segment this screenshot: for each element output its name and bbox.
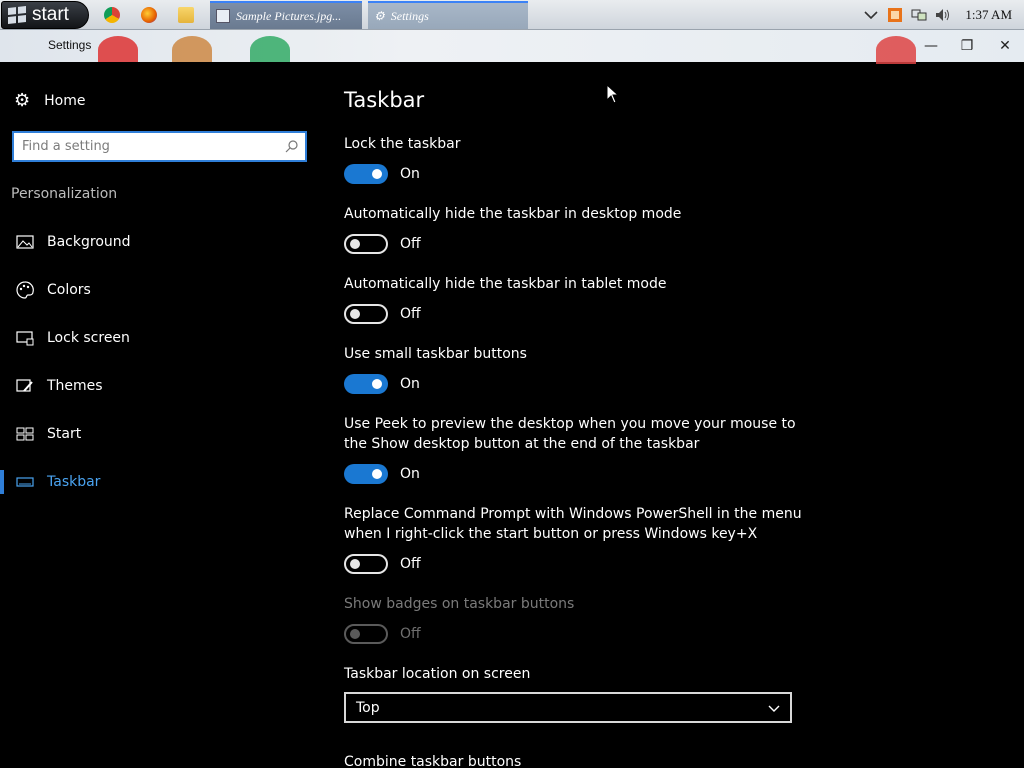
taskbar-task-photos[interactable]: Sample Pictures.jpg... [210,1,362,29]
restore-icon: ❐ [960,38,974,54]
os-taskbar: start Sample Pictures.jpg... ⚙ Settings … [0,0,1024,30]
search-input[interactable] [22,139,272,154]
setting-autohide-tablet: Automatically hide the taskbar in tablet… [344,274,804,324]
toggle-switch[interactable] [344,304,388,324]
toggle-switch[interactable] [344,554,388,574]
chrome-icon[interactable] [104,7,120,23]
photo-viewer-icon [216,9,230,23]
settings-main: Taskbar Lock the taskbar On Automaticall… [322,62,1024,768]
toggle-switch [344,624,388,644]
start-button[interactable]: start [1,1,89,29]
setting-label: Replace Command Prompt with Windows Powe… [344,506,802,542]
sidebar-item-taskbar[interactable]: Taskbar [0,462,322,502]
palette-icon [16,281,34,299]
search-icon[interactable] [285,139,299,153]
toggle-state: On [400,166,420,182]
setting-label: Automatically hide the taskbar in tablet… [344,276,667,292]
sidebar-item-label: Background [47,234,131,250]
toggle-state: Off [400,626,421,642]
mouse-cursor-icon [606,84,620,104]
taskbar-location-dropdown[interactable]: Top [344,692,792,723]
sidebar-item-label: Taskbar [47,474,101,490]
minimize-button[interactable]: — [916,34,946,58]
sidebar-item-label: Themes [47,378,103,394]
monitor-lock-icon [16,331,34,346]
toggle-state: Off [400,236,421,252]
setting-autohide-desktop: Automatically hide the taskbar in deskto… [344,204,804,254]
background-decoration [250,36,290,64]
firefox-icon[interactable] [141,7,157,23]
page-title: Taskbar [344,88,425,112]
restore-button[interactable]: ❐ [952,34,982,58]
setting-location-label: Taskbar location on screen [344,664,804,684]
toggle-state: On [400,376,420,392]
dropdown-value: Top [356,699,380,716]
toggle-switch[interactable] [344,164,388,184]
setting-badges: Show badges on taskbar buttons Off [344,594,804,644]
toggle-state: Off [400,306,421,322]
setting-label: Use Peek to preview the desktop when you… [344,416,796,452]
orange-app-icon[interactable] [887,8,903,22]
background-decoration [172,36,212,64]
taskbar-icon [16,477,34,487]
task-label: Sample Pictures.jpg... [236,8,342,23]
setting-label: Use small taskbar buttons [344,346,527,362]
setting-peek: Use Peek to preview the desktop when you… [344,414,804,484]
toggle-switch[interactable] [344,374,388,394]
sidebar-item-start[interactable]: Start [0,414,322,454]
window-title: Settings [48,38,92,52]
sidebar-item-label: Start [47,426,82,442]
close-button[interactable]: ✕ [990,34,1020,58]
gear-icon: ⚙ [14,90,31,111]
sidebar-item-themes[interactable]: Themes [0,366,322,406]
clock[interactable]: 1:37 AM [965,7,1012,23]
start-tiles-icon [16,427,34,441]
sidebar-item-background[interactable]: Background [0,222,322,262]
windows-flag-icon [8,6,26,24]
folder-icon[interactable] [178,7,194,23]
sidebar-item-lock-screen[interactable]: Lock screen [0,318,322,358]
network-icon[interactable] [911,8,927,22]
taskbar-task-settings[interactable]: ⚙ Settings [368,1,528,29]
home-link[interactable]: ⚙ Home [14,90,85,111]
system-tray: 1:37 AM [863,0,1024,30]
toggle-state: On [400,466,420,482]
close-icon: ✕ [999,38,1011,54]
setting-powershell: Replace Command Prompt with Windows Powe… [344,504,804,574]
home-label: Home [44,92,86,109]
setting-label: Combine taskbar buttons [344,754,522,768]
setting-label: Automatically hide the taskbar in deskto… [344,206,682,222]
gear-icon: ⚙ [374,8,385,23]
brush-icon [16,379,33,392]
setting-label: Taskbar location on screen [344,666,531,682]
minimize-icon: — [924,38,938,54]
toggle-switch[interactable] [344,464,388,484]
image-icon [16,235,34,249]
start-label: start [32,4,69,25]
setting-small-buttons: Use small taskbar buttons On [344,344,804,394]
toggle-state: Off [400,556,421,572]
window-titlebar[interactable]: Settings — ❐ ✕ [0,30,1024,64]
sidebar-item-colors[interactable]: Colors [0,270,322,310]
chevron-up-icon[interactable] [863,8,879,22]
sidebar-item-label: Lock screen [47,330,130,346]
sidebar-item-label: Colors [47,282,91,298]
setting-combine-label: Combine taskbar buttons [344,752,804,768]
task-label: Settings [390,8,429,23]
sidebar: ⚙ Home Personalization Background Colors… [0,62,322,768]
setting-lock-taskbar: Lock the taskbar On [344,134,804,184]
search-box[interactable] [12,131,307,162]
section-heading: Personalization [11,186,118,202]
chevron-down-icon [768,705,780,712]
background-decoration [98,36,138,64]
volume-icon[interactable] [935,8,951,22]
setting-label: Lock the taskbar [344,136,461,152]
setting-label: Show badges on taskbar buttons [344,596,575,612]
toggle-switch[interactable] [344,234,388,254]
background-decoration [876,36,916,64]
